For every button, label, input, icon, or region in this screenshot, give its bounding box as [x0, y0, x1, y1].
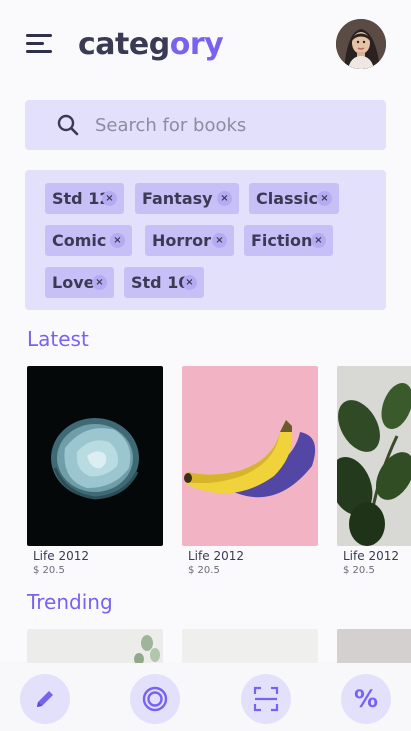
tag-horror[interactable]: Horror × [145, 225, 234, 256]
tag-classic[interactable]: Classic × [249, 183, 339, 214]
book-price: $ 20.5 [33, 565, 65, 576]
remove-tag-icon[interactable]: × [110, 233, 125, 248]
book-price: $ 20.5 [343, 565, 375, 576]
search-bar[interactable] [25, 100, 386, 150]
tag-comic[interactable]: Comic × [45, 225, 132, 256]
scan-button[interactable] [241, 674, 291, 724]
remove-tag-icon[interactable]: × [102, 191, 117, 206]
latest-heading: Latest [27, 327, 89, 351]
tag-std-12[interactable]: Std 12 × [45, 183, 124, 214]
brand-accent-text: ory [169, 27, 224, 62]
scan-icon [253, 686, 279, 712]
tag-label: Comic [52, 231, 107, 250]
target-button[interactable] [130, 674, 180, 724]
percent-icon: % [353, 685, 379, 713]
tag-fantasy[interactable]: Fantasy × [135, 183, 239, 214]
book-card[interactable]: Life 2012 $ 20.5 [182, 366, 318, 576]
edit-icon [37, 691, 53, 707]
tag-love[interactable]: Love × [45, 267, 114, 298]
book-price: $ 20.5 [188, 565, 220, 576]
tag-std-10[interactable]: Std 10 × [124, 267, 204, 298]
avatar[interactable] [336, 19, 386, 69]
search-input[interactable] [95, 114, 355, 136]
remove-tag-icon[interactable]: × [311, 233, 326, 248]
tag-label: Horror [152, 231, 212, 250]
remove-tag-icon[interactable]: × [92, 275, 107, 290]
tag-panel: Std 12 × Fantasy × Classic × Comic × Horror ×… [25, 170, 386, 310]
tag-label: Fantasy [142, 189, 213, 208]
book-cover-image [337, 366, 411, 546]
app-screen: category Std 12× Fantasy× Classic× Comic… [0, 0, 411, 731]
book-title: Life 2012 [188, 549, 244, 563]
book-cover-image [182, 366, 318, 546]
tag-fiction[interactable]: Fiction × [244, 225, 333, 256]
discount-button[interactable]: % [341, 674, 391, 724]
target-icon [142, 686, 168, 712]
edit-button[interactable] [20, 674, 70, 724]
search-icon [57, 114, 79, 136]
trending-heading: Trending [27, 590, 113, 614]
book-card[interactable]: Life 2012 $ 20.5 [27, 366, 163, 576]
bottom-nav: % [0, 663, 411, 731]
book-card[interactable]: Life 2012 $ 20.5 [337, 366, 411, 576]
book-title: Life 2012 [33, 549, 89, 563]
remove-tag-icon[interactable]: × [317, 191, 332, 206]
book-title: Life 2012 [343, 549, 399, 563]
brand-main-text: categ [78, 27, 170, 62]
menu-icon[interactable] [26, 34, 54, 58]
book-cover-image [27, 366, 163, 546]
tag-label: Classic [256, 189, 319, 208]
tag-label: Std 10 [131, 273, 190, 292]
remove-tag-icon[interactable]: × [217, 191, 232, 206]
remove-tag-icon[interactable]: × [212, 233, 227, 248]
remove-tag-icon[interactable]: × [182, 275, 197, 290]
tag-label: Fiction [251, 231, 313, 250]
app-title: category [78, 27, 224, 62]
latest-carousel[interactable]: Life 2012 $ 20.5 Life 2012 $ 20.5 Life 2… [0, 366, 411, 596]
tag-label: Love [52, 273, 95, 292]
